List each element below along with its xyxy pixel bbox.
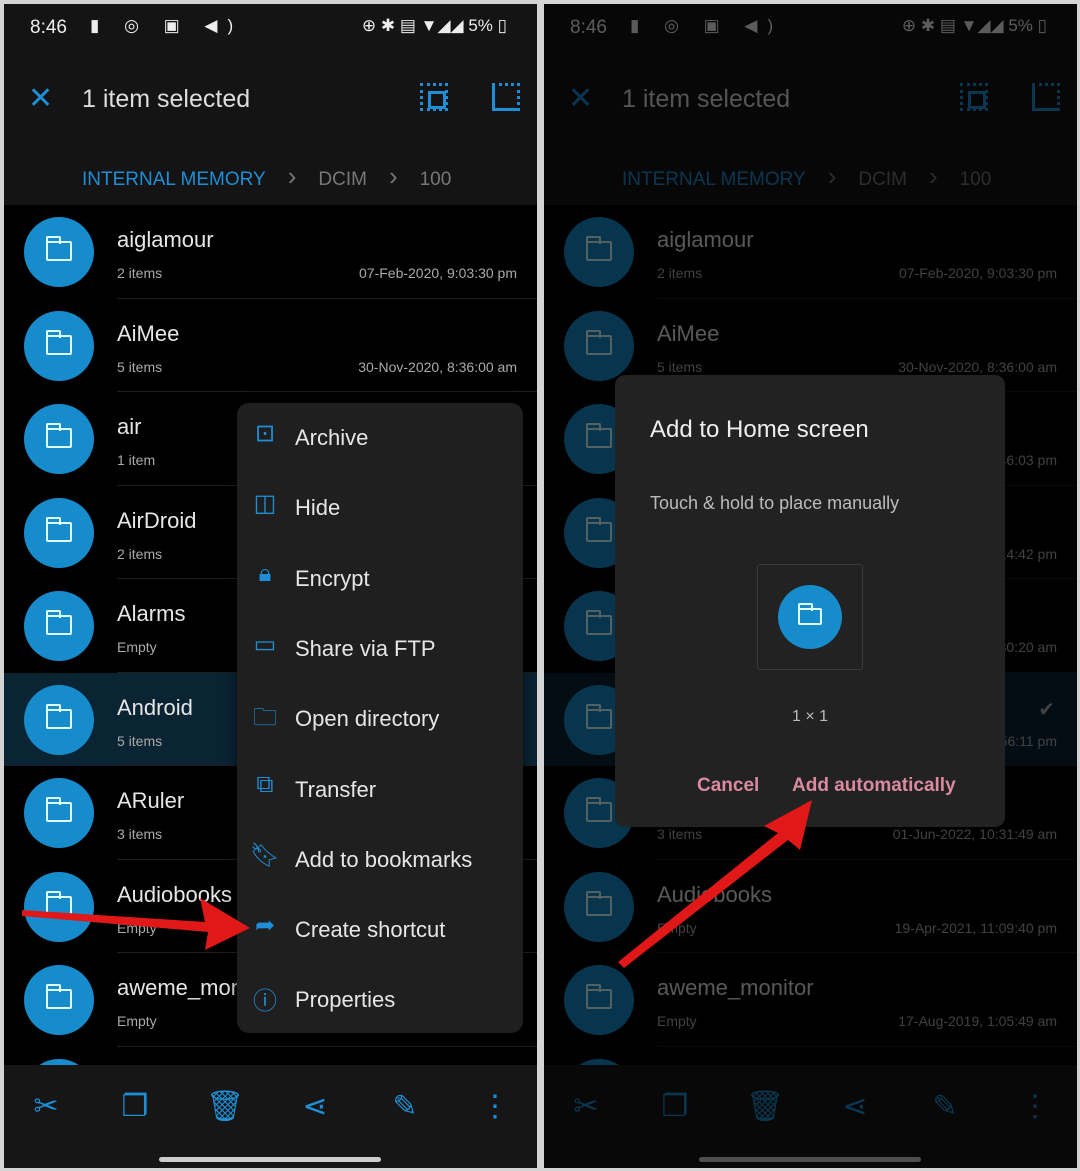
annotation-arrow-right — [618, 800, 812, 968]
annotation-arrows — [22, 800, 812, 968]
annotation-arrow-left — [22, 898, 250, 950]
